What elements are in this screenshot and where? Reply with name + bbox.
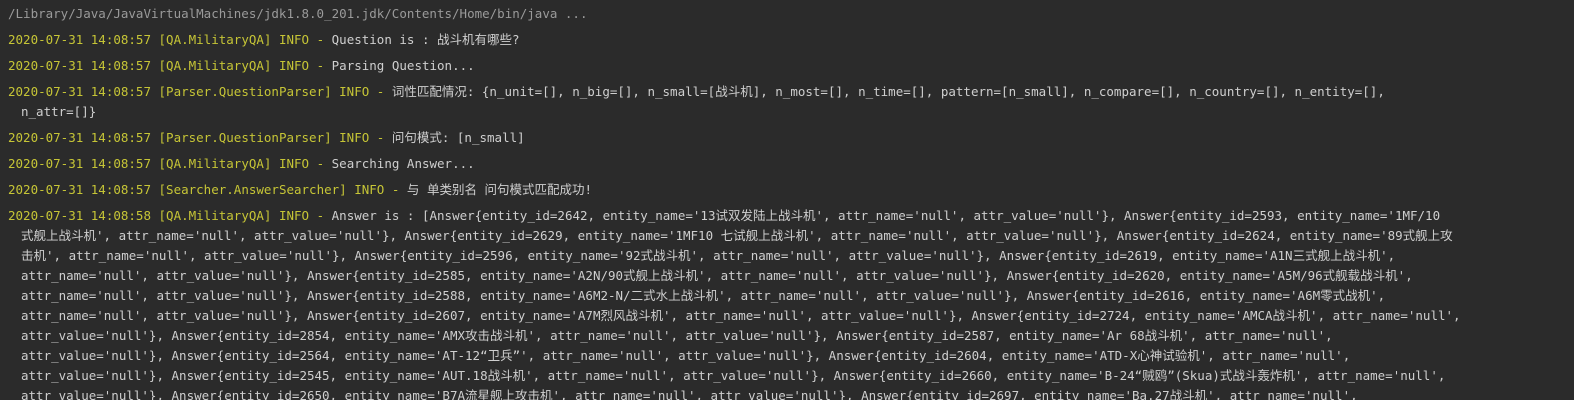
log-message: Answer is : [Answer{entity_id=2642, enti… [331,208,1441,223]
log-message: 词性匹配情况: {n_unit=[], n_big=[], n_small=[战… [391,84,1385,99]
log-line: 2020-07-31 14:08:58 [QA.MilitaryQA] INFO… [8,206,1574,226]
log-timestamp: 2020-07-31 14:08:57 [8,156,151,171]
log-continuation: attr_value='null'}, Answer{entity_id=265… [21,388,1358,400]
log-source: [QA.MilitaryQA] [158,208,272,223]
command-line: /Library/Java/JavaVirtualMachines/jdk1.8… [8,6,588,21]
log-line: 2020-07-31 14:08:57 [Searcher.AnswerSear… [8,180,1574,200]
log-line: 2020-07-31 14:08:57 [QA.MilitaryQA] INFO… [8,30,1574,50]
log-message: Question is : 战斗机有哪些? [331,32,520,47]
log-source: [Searcher.AnswerSearcher] [158,182,347,197]
log-timestamp: 2020-07-31 14:08:57 [8,84,151,99]
log-timestamp: 2020-07-31 14:08:58 [8,208,151,223]
log-continuation: n_attr=[]} [21,104,97,119]
console-output[interactable]: /Library/Java/JavaVirtualMachines/jdk1.8… [0,0,1574,400]
log-timestamp: 2020-07-31 14:08:57 [8,130,151,145]
log-source: [Parser.QuestionParser] [158,130,332,145]
log-continuation: attr_name='null', attr_value='null'}, An… [21,288,1386,303]
log-separator: - [316,58,325,73]
log-level: INFO [278,156,310,171]
log-continuation: attr_value='null'}, Answer{entity_id=254… [21,368,1446,383]
log-continuation: 式舰上战斗机', attr_name='null', attr_value='n… [21,228,1453,243]
log-continuation: 击机', attr_name='null', attr_value='null'… [21,248,1396,263]
log-source: [QA.MilitaryQA] [158,58,272,73]
log-line: 2020-07-31 14:08:57 [Parser.QuestionPars… [8,128,1574,148]
log-message: 与 单类别名 问句模式匹配成功! [406,182,592,197]
log-list: 2020-07-31 14:08:57 [QA.MilitaryQA] INFO… [8,30,1574,400]
log-continuation: attr_value='null'}, Answer{entity_id=256… [21,348,1351,363]
log-source: [Parser.QuestionParser] [158,84,332,99]
log-message: Parsing Question... [331,58,475,73]
log-separator: - [316,32,325,47]
log-line: 2020-07-31 14:08:57 [Parser.QuestionPars… [8,82,1574,102]
log-level: INFO [278,208,310,223]
log-separator: - [316,156,325,171]
log-separator: - [316,208,325,223]
log-line: 2020-07-31 14:08:57 [QA.MilitaryQA] INFO… [8,56,1574,76]
log-level: INFO [278,58,310,73]
log-level: INFO [339,130,370,145]
log-level: INFO [354,182,385,197]
log-timestamp: 2020-07-31 14:08:57 [8,32,151,47]
log-message: 问句模式: [n_small] [391,130,525,145]
log-level: INFO [278,32,310,47]
log-message: Searching Answer... [331,156,475,171]
scroll-gutter [1568,0,1574,400]
log-line: 2020-07-31 14:08:57 [QA.MilitaryQA] INFO… [8,154,1574,174]
log-level: INFO [339,84,370,99]
log-timestamp: 2020-07-31 14:08:57 [8,58,151,73]
log-source: [QA.MilitaryQA] [158,32,272,47]
log-continuation: attr_name='null', attr_value='null'}, An… [21,308,1461,323]
log-continuation: attr_name='null', attr_value='null'}, An… [21,268,1413,283]
log-source: [QA.MilitaryQA] [158,156,272,171]
log-continuation: attr_value='null'}, Answer{entity_id=285… [21,328,1333,343]
log-timestamp: 2020-07-31 14:08:57 [8,182,151,197]
